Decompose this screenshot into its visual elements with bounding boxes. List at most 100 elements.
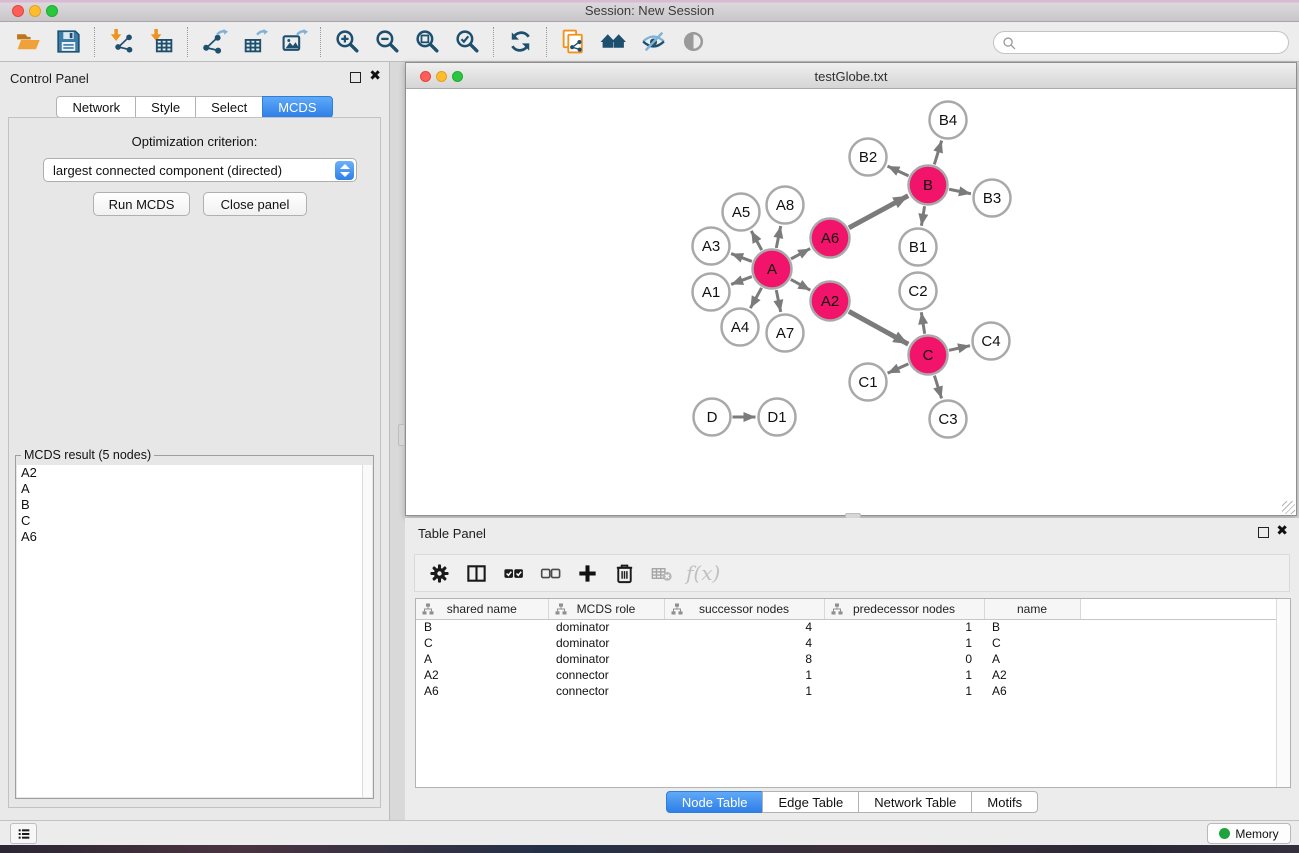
result-item[interactable]: C — [17, 513, 362, 529]
edge-A-A6[interactable] — [791, 249, 810, 259]
tab-edge-table[interactable]: Edge Table — [762, 791, 859, 813]
task-history-button[interactable] — [10, 823, 37, 844]
edge-A-A8[interactable] — [776, 226, 780, 248]
graph-node-C4[interactable]: C4 — [973, 323, 1010, 360]
result-scrollbar[interactable] — [362, 465, 372, 797]
open-session-button[interactable] — [8, 25, 48, 59]
window-resize-handle[interactable] — [1282, 501, 1295, 514]
duplicate-network-button[interactable] — [553, 25, 593, 59]
tab-network[interactable]: Network — [56, 96, 136, 118]
table-float-panel-icon[interactable] — [1258, 527, 1269, 538]
graph-node-A3[interactable]: A3 — [693, 228, 730, 265]
function-builder-icon: f(x) — [682, 561, 720, 585]
table-row[interactable]: A6connector11A6 — [416, 683, 1290, 699]
table-scrollbar[interactable] — [1276, 599, 1290, 787]
edge-A6-B[interactable] — [849, 196, 908, 228]
graph-node-C3[interactable]: C3 — [930, 401, 967, 438]
export-table-button[interactable] — [234, 25, 274, 59]
tab-node-table[interactable]: Node Table — [666, 791, 764, 813]
export-network-button[interactable] — [194, 25, 234, 59]
graph-node-A5[interactable]: A5 — [723, 194, 760, 231]
result-item[interactable]: A6 — [17, 529, 362, 545]
edge-C-C3[interactable] — [934, 376, 941, 399]
tab-select[interactable]: Select — [195, 96, 263, 118]
close-panel-button[interactable]: Close panel — [203, 192, 307, 216]
edge-C-C4[interactable] — [949, 346, 970, 351]
zoom-out-button[interactable] — [367, 25, 407, 59]
save-session-button[interactable] — [48, 25, 88, 59]
edge-A-A4[interactable] — [750, 288, 761, 308]
graph-node-C1[interactable]: C1 — [850, 364, 887, 401]
tab-style[interactable]: Style — [135, 96, 196, 118]
edge-B-B1[interactable] — [921, 206, 924, 226]
delete-column-button[interactable] — [608, 558, 641, 588]
split-columns-button[interactable] — [460, 558, 493, 588]
horizontal-splitter-handle[interactable] — [398, 424, 405, 446]
column-header-MCDS-role[interactable]: MCDS role — [548, 599, 664, 619]
edge-A-A5[interactable] — [751, 231, 761, 250]
graph-node-B4[interactable]: B4 — [930, 102, 967, 139]
table-close-panel-icon[interactable]: ✖ — [1276, 526, 1288, 537]
graph-node-B2[interactable]: B2 — [850, 139, 887, 176]
column-header-predecessor-nodes[interactable]: predecessor nodes — [824, 599, 984, 619]
search-input[interactable] — [1022, 33, 1280, 52]
table-row[interactable]: Adominator80A — [416, 651, 1290, 667]
edge-A2-C[interactable] — [849, 311, 908, 344]
zoom-selected-button[interactable] — [447, 25, 487, 59]
result-item[interactable]: B — [17, 497, 362, 513]
graph-node-A4[interactable]: A4 — [722, 309, 759, 346]
table-row[interactable]: Cdominator41C — [416, 635, 1290, 651]
graph-node-B3[interactable]: B3 — [974, 180, 1011, 217]
home-button[interactable] — [593, 25, 633, 59]
tab-network-table[interactable]: Network Table — [858, 791, 972, 813]
optimization-criterion-select[interactable]: largest connected component (directed) — [43, 158, 357, 182]
close-panel-icon[interactable]: ✖ — [369, 71, 381, 82]
add-column-button[interactable] — [571, 558, 604, 588]
edge-B-B4[interactable] — [934, 141, 941, 165]
clear-checks-button[interactable] — [534, 558, 567, 588]
graph-node-A2[interactable]: A2 — [811, 282, 850, 321]
edge-B-B2[interactable] — [887, 166, 908, 176]
graph-node-B[interactable]: B — [909, 166, 948, 205]
select-all-checks-button[interactable] — [497, 558, 530, 588]
edge-C-C1[interactable] — [888, 364, 909, 373]
graph-node-A6[interactable]: A6 — [811, 219, 850, 258]
tab-mcds[interactable]: MCDS — [262, 96, 332, 118]
graph-node-D[interactable]: D — [694, 399, 731, 436]
hide-eye-button[interactable] — [633, 25, 673, 59]
tab-motifs[interactable]: Motifs — [971, 791, 1038, 813]
graph-node-B1[interactable]: B1 — [900, 229, 937, 266]
zoom-in-button[interactable] — [327, 25, 367, 59]
zoom-fit-button[interactable] — [407, 25, 447, 59]
edge-A-A2[interactable] — [791, 279, 810, 290]
edge-B-B3[interactable] — [949, 189, 971, 193]
edge-C-C2[interactable] — [921, 312, 924, 334]
export-image-button[interactable] — [274, 25, 314, 59]
run-mcds-button[interactable]: Run MCDS — [93, 192, 190, 216]
result-item[interactable]: A2 — [17, 465, 362, 481]
table-row[interactable]: Bdominator41B — [416, 619, 1290, 635]
column-header-shared-name[interactable]: shared name — [416, 599, 548, 619]
graph-node-A7[interactable]: A7 — [767, 315, 804, 352]
table-row[interactable]: A2connector11A2 — [416, 667, 1290, 683]
edge-A-A1[interactable] — [731, 277, 752, 285]
graph-node-A[interactable]: A — [753, 250, 792, 289]
result-item[interactable]: A — [17, 481, 362, 497]
column-header-successor-nodes[interactable]: successor nodes — [664, 599, 824, 619]
edge-A-A3[interactable] — [731, 254, 752, 262]
import-network-button[interactable] — [101, 25, 141, 59]
refresh-button[interactable] — [500, 25, 540, 59]
import-table-button[interactable] — [141, 25, 181, 59]
column-header-name[interactable]: name — [984, 599, 1080, 619]
graph-node-C2[interactable]: C2 — [900, 273, 937, 310]
graph-node-A1[interactable]: A1 — [693, 274, 730, 311]
network-graph-canvas[interactable]: A A1 A2 A3 A4 A5 A6 A7 A8 B B1 B2 B3 B4 C C1 C2 C3 C4 D D1 — [406, 89, 1296, 515]
gear-button[interactable] — [423, 558, 456, 588]
show-eye-button[interactable] — [673, 25, 713, 59]
graph-node-C[interactable]: C — [909, 336, 948, 375]
float-panel-icon[interactable] — [350, 72, 361, 83]
edge-A-A7[interactable] — [776, 290, 780, 312]
memory-button[interactable]: Memory — [1207, 823, 1291, 844]
graph-node-A8[interactable]: A8 — [767, 187, 804, 224]
graph-node-D1[interactable]: D1 — [759, 399, 796, 436]
